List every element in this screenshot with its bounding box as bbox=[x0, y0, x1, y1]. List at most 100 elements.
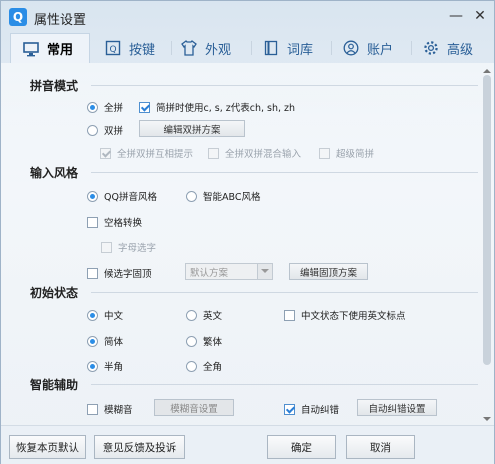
traditional-chinese-radio[interactable]: 繁体 bbox=[186, 334, 222, 348]
ok-button[interactable]: 确定 bbox=[267, 435, 336, 459]
super-simplified-label: 超级简拼 bbox=[336, 149, 375, 160]
book-icon bbox=[263, 40, 279, 56]
gear-icon bbox=[423, 40, 439, 56]
fuzzy-sound-settings-button[interactable]: 模糊音设置 bbox=[154, 399, 234, 416]
svg-text:Q: Q bbox=[109, 45, 116, 55]
radio-control[interactable] bbox=[186, 335, 197, 347]
tab-account[interactable]: 账户 bbox=[343, 33, 393, 63]
half-width-radio[interactable]: 半角 bbox=[87, 359, 123, 373]
checkbox-control[interactable] bbox=[284, 403, 295, 415]
fuzzy-sound-checkbox[interactable]: 模糊音 bbox=[87, 402, 133, 416]
autocorrect-settings-button[interactable]: 自动纠错设置 bbox=[357, 399, 437, 416]
close-button[interactable]: ✕ bbox=[471, 7, 489, 25]
cancel-button[interactable]: 取消 bbox=[346, 435, 415, 459]
checkbox-control[interactable] bbox=[87, 216, 98, 228]
radio-control[interactable] bbox=[87, 360, 98, 372]
space-convert-checkbox[interactable]: 空格转换 bbox=[87, 215, 142, 229]
full-pinyin-radio[interactable]: 全拼 bbox=[87, 100, 123, 114]
checkbox-control[interactable] bbox=[87, 403, 98, 415]
minimize-button[interactable]: — bbox=[447, 7, 465, 25]
checkbox-control[interactable] bbox=[100, 147, 111, 159]
app-logo: Q bbox=[9, 8, 27, 26]
abc-style-radio[interactable]: 智能ABC风格 bbox=[186, 189, 260, 203]
scheme-select[interactable]: 默认方案 bbox=[185, 263, 273, 280]
vertical-scrollbar[interactable] bbox=[482, 63, 492, 423]
section-divider bbox=[91, 85, 478, 86]
section-divider bbox=[91, 292, 478, 293]
half-width-label: 半角 bbox=[104, 362, 124, 373]
tab-keys[interactable]: Q 按键 bbox=[105, 33, 155, 63]
radio-control[interactable] bbox=[186, 360, 197, 372]
english-label: 英文 bbox=[203, 311, 223, 322]
tab-label: 高级 bbox=[447, 42, 474, 58]
mixed-input-checkbox[interactable]: 全拼双拼混合输入 bbox=[208, 146, 301, 160]
radio-control[interactable] bbox=[87, 335, 98, 347]
tab-separator bbox=[251, 41, 252, 55]
mutual-hint-checkbox[interactable]: 全拼双拼互相提示 bbox=[100, 146, 193, 160]
fixed-top-checkbox[interactable]: 候选字固顶 bbox=[87, 266, 152, 280]
radio-control[interactable] bbox=[87, 124, 98, 136]
fuzzy-sound-label: 模糊音 bbox=[104, 405, 133, 416]
fixed-top-label: 候选字固顶 bbox=[104, 269, 152, 280]
tab-general[interactable]: 常用 bbox=[10, 33, 90, 63]
checkbox-control[interactable] bbox=[319, 147, 330, 159]
section-title-initial-state: 初始状态 bbox=[30, 286, 79, 300]
double-pinyin-radio[interactable]: 双拼 bbox=[87, 123, 123, 137]
full-width-radio[interactable]: 全角 bbox=[186, 359, 222, 373]
qq-style-radio[interactable]: QQ拼音风格 bbox=[87, 189, 157, 203]
tab-separator bbox=[411, 41, 412, 55]
simplified-chinese-radio[interactable]: 简体 bbox=[87, 334, 123, 348]
tab-dictionary[interactable]: 词库 bbox=[263, 33, 313, 63]
edit-fixed-top-button[interactable]: 编辑固顶方案 bbox=[289, 263, 368, 280]
tab-label: 词库 bbox=[287, 42, 314, 58]
tab-label: 账户 bbox=[367, 42, 394, 58]
tab-label: 外观 bbox=[205, 42, 232, 58]
radio-control[interactable] bbox=[87, 101, 98, 113]
radio-control[interactable] bbox=[87, 190, 98, 202]
tab-advanced[interactable]: 高级 bbox=[423, 33, 473, 63]
autocorrect-checkbox[interactable]: 自动纠错 bbox=[284, 402, 339, 416]
tab-separator bbox=[331, 41, 332, 55]
scheme-select-value: 默认方案 bbox=[190, 267, 229, 279]
window-title: 属性设置 bbox=[34, 13, 87, 28]
radio-control[interactable] bbox=[87, 309, 98, 321]
autocorrect-label: 自动纠错 bbox=[301, 405, 340, 416]
scroll-thumb[interactable] bbox=[483, 75, 491, 365]
simplified-pinyin-checkbox[interactable]: 简拼时使用c, s, z代表ch, sh, zh bbox=[139, 100, 295, 114]
shirt-icon bbox=[181, 40, 197, 56]
checkbox-control[interactable] bbox=[87, 267, 98, 279]
tab-label: 按键 bbox=[129, 42, 156, 58]
user-icon bbox=[343, 40, 359, 56]
mutual-hint-label: 全拼双拼互相提示 bbox=[117, 149, 194, 160]
space-convert-label: 空格转换 bbox=[104, 218, 143, 229]
section-divider bbox=[91, 172, 478, 173]
restore-defaults-button[interactable]: 恢复本页默认 bbox=[9, 435, 86, 459]
qq-style-label: QQ拼音风格 bbox=[104, 192, 157, 203]
letter-select-checkbox[interactable]: 字母选字 bbox=[101, 240, 156, 254]
radio-control[interactable] bbox=[186, 190, 197, 202]
english-punct-checkbox[interactable]: 中文状态下使用英文标点 bbox=[284, 308, 406, 322]
feedback-button[interactable]: 意见反馈及投诉 bbox=[94, 435, 185, 459]
abc-style-label: 智能ABC风格 bbox=[203, 192, 261, 203]
super-simplified-checkbox[interactable]: 超级简拼 bbox=[319, 146, 374, 160]
tab-bar: 常用 Q 按键 外观 词库 账户 高级 bbox=[1, 33, 494, 63]
chevron-down-icon[interactable] bbox=[257, 264, 272, 279]
edit-double-pinyin-button[interactable]: 编辑双拼方案 bbox=[139, 120, 245, 137]
english-radio[interactable]: 英文 bbox=[186, 308, 222, 322]
tab-separator bbox=[171, 41, 172, 55]
scroll-up-icon[interactable] bbox=[482, 63, 492, 73]
full-pinyin-label: 全拼 bbox=[104, 103, 124, 114]
keyboard-icon: Q bbox=[105, 40, 121, 56]
scroll-down-icon[interactable] bbox=[482, 413, 492, 423]
checkbox-control[interactable] bbox=[139, 101, 150, 113]
checkbox-control[interactable] bbox=[284, 309, 295, 321]
traditional-chinese-label: 繁体 bbox=[203, 337, 223, 348]
checkbox-control[interactable] bbox=[101, 241, 112, 253]
chinese-radio[interactable]: 中文 bbox=[87, 308, 123, 322]
section-title-input-style: 输入风格 bbox=[30, 166, 79, 180]
radio-control[interactable] bbox=[186, 309, 197, 321]
tab-appearance[interactable]: 外观 bbox=[181, 33, 231, 63]
checkbox-control[interactable] bbox=[208, 147, 219, 159]
mixed-input-label: 全拼双拼混合输入 bbox=[225, 149, 302, 160]
full-width-label: 全角 bbox=[203, 362, 223, 373]
